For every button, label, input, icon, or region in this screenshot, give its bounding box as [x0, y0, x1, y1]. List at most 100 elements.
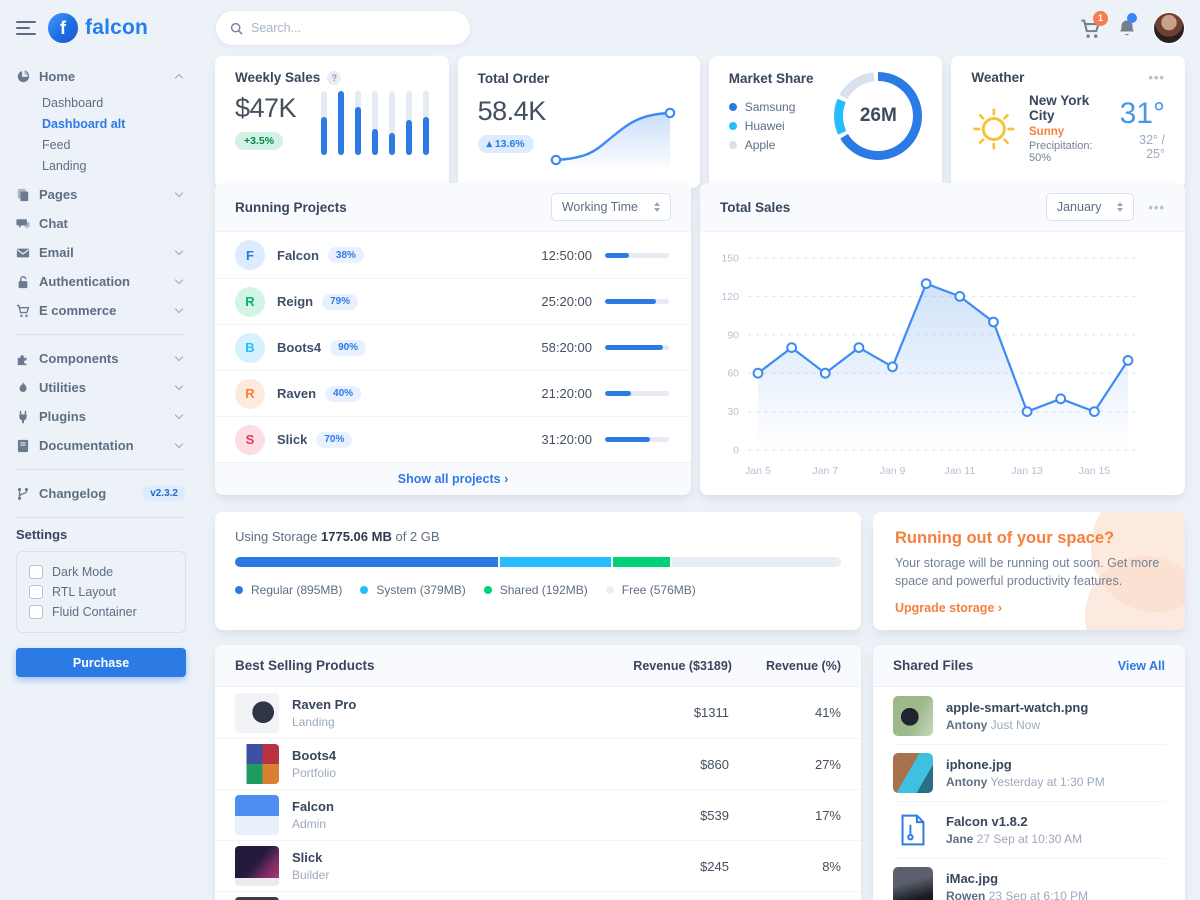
sidebar-item-dashboard-alt[interactable]: Dashboard alt: [42, 113, 186, 134]
sidebar-item-email[interactable]: Email: [16, 238, 186, 267]
view-all-link[interactable]: View All: [1118, 659, 1165, 673]
sidebar-item-label: Home: [39, 69, 167, 84]
market-share-center-label: 26M: [843, 81, 913, 151]
project-row[interactable]: B Boots4 90% 58:20:00: [215, 324, 691, 370]
market-share-card: Market Share Samsung Huawei Apple 26M: [709, 56, 943, 188]
project-progress-fill: [605, 253, 629, 258]
help-icon[interactable]: ?: [327, 71, 341, 85]
hamburger-menu-icon[interactable]: [16, 17, 36, 39]
svg-text:Jan 15: Jan 15: [1079, 465, 1111, 477]
product-row[interactable]: Boots4Portfolio $860 27%: [215, 738, 861, 789]
search-input[interactable]: [251, 21, 456, 35]
rtl-layout-checkbox[interactable]: [29, 585, 43, 599]
cart-button[interactable]: 1: [1080, 18, 1101, 39]
project-avatar: F: [235, 240, 265, 270]
legend-dot: [729, 122, 737, 130]
space-promo-card: Running out of your space? Your storage …: [873, 512, 1185, 630]
project-row[interactable]: R Raven 40% 21:20:00: [215, 370, 691, 416]
sidebar-item-components[interactable]: Components: [16, 344, 186, 373]
sidebar-divider: [16, 517, 186, 518]
comments-icon: [16, 217, 30, 231]
legend-dot: [235, 586, 243, 594]
project-percent-badge: 90%: [330, 340, 366, 356]
working-time-select[interactable]: Working Time: [551, 193, 671, 221]
project-time: 58:20:00: [541, 340, 592, 355]
project-time: 31:20:00: [541, 432, 592, 447]
shared-files-list: apple-smart-watch.png Antony Just Now ip…: [873, 687, 1185, 900]
best-selling-card: Best Selling Products Revenue ($3189) Re…: [215, 645, 861, 900]
file-thumbnail: [893, 696, 933, 736]
file-icon: [893, 810, 933, 850]
legend-item-shared: Shared (192MB): [484, 580, 588, 599]
sidebar-item-ecommerce[interactable]: E commerce: [16, 296, 186, 325]
user-avatar[interactable]: [1153, 12, 1185, 44]
product-revenue: $539: [669, 808, 729, 823]
svg-text:30: 30: [727, 406, 739, 418]
sidebar-item-dashboard[interactable]: Dashboard: [42, 92, 186, 113]
sidebar-item-landing[interactable]: Landing: [42, 155, 186, 176]
project-percent-badge: 79%: [322, 294, 358, 310]
project-row[interactable]: F Falcon 38% 12:50:00: [215, 232, 691, 278]
fluid-container-checkbox[interactable]: [29, 605, 43, 619]
project-row[interactable]: R Reign 79% 25:20:00: [215, 278, 691, 324]
product-row[interactable]: SlickBuilder $245 8%: [215, 840, 861, 891]
project-progress: [605, 345, 669, 350]
svg-text:0: 0: [733, 445, 739, 457]
month-select[interactable]: January: [1046, 193, 1134, 221]
purchase-button[interactable]: Purchase: [16, 648, 186, 677]
sidebar-item-documentation[interactable]: Documentation: [16, 431, 186, 460]
product-revenue: $245: [669, 859, 729, 874]
sidebar-item-plugins[interactable]: Plugins: [16, 402, 186, 431]
file-row[interactable]: iphone.jpg Antony Yesterday at 1:30 PM: [893, 744, 1165, 801]
legend-dot: [729, 141, 737, 149]
total-order-card: Total Order 58.4K ▴ 13.6%: [458, 56, 700, 188]
notifications-button[interactable]: [1117, 18, 1137, 39]
file-row[interactable]: apple-smart-watch.png Antony Just Now: [893, 687, 1165, 744]
total-sales-title: Total Sales: [720, 200, 790, 215]
total-sales-card: Total Sales January ••• 0306090120150Jan…: [700, 183, 1185, 495]
envelope-icon: [16, 246, 30, 260]
dark-mode-checkbox[interactable]: [29, 565, 43, 579]
product-row[interactable]: Raven ProLanding $1311 41%: [215, 687, 861, 738]
sidebar-item-authentication[interactable]: Authentication: [16, 267, 186, 296]
sidebar-item-feed[interactable]: Feed: [42, 134, 186, 155]
total-sales-chart: 0306090120150Jan 5Jan 7Jan 9Jan 11Jan 13…: [708, 238, 1160, 490]
svg-text:Jan 5: Jan 5: [745, 465, 771, 477]
card-menu-icon[interactable]: •••: [1148, 200, 1165, 215]
lock-icon: [16, 275, 30, 289]
chevron-down-icon: [175, 382, 183, 390]
svg-text:Jan 13: Jan 13: [1011, 465, 1043, 477]
upgrade-storage-link[interactable]: Upgrade storage ›: [895, 601, 1002, 615]
shared-files-card: Shared Files View All apple-smart-watch.…: [873, 645, 1185, 900]
legend-item-huawei: Huawei: [729, 116, 814, 135]
project-progress-fill: [605, 299, 656, 304]
product-percent: 8%: [807, 859, 841, 874]
show-all-projects-link[interactable]: Show all projects ›: [398, 472, 508, 486]
product-row[interactable]: [215, 891, 861, 900]
product-thumbnail: [235, 693, 279, 733]
sidebar-item-home[interactable]: Home: [16, 62, 186, 91]
project-progress: [605, 253, 669, 258]
chevron-up-icon: [175, 74, 183, 82]
product-row[interactable]: FalconAdmin $539 17%: [215, 789, 861, 840]
sidebar-item-utilities[interactable]: Utilities: [16, 373, 186, 402]
total-order-chart: [546, 98, 680, 174]
product-revenue: $1311: [669, 705, 729, 720]
project-row[interactable]: S Slick 70% 31:20:00: [215, 416, 691, 462]
sidebar-item-pages[interactable]: Pages: [16, 180, 186, 209]
project-progress-fill: [605, 391, 631, 396]
total-order-badge: ▴ 13.6%: [478, 135, 534, 153]
svg-text:Jan 9: Jan 9: [880, 465, 906, 477]
brand-logo[interactable]: f falcon: [48, 13, 148, 43]
card-menu-icon[interactable]: •••: [1148, 70, 1165, 85]
file-row[interactable]: Falcon v1.8.2 Jane 27 Sep at 10:30 AM: [893, 801, 1165, 858]
file-thumbnail: [893, 753, 933, 793]
sidebar-item-chat[interactable]: Chat: [16, 209, 186, 238]
sidebar-item-changelog[interactable]: Changelog v2.3.2: [16, 479, 186, 508]
file-row[interactable]: iMac.jpg Rowen 23 Sep at 6:10 PM: [893, 858, 1165, 900]
storage-summary: Using Storage 1775.06 MB of 2 GB: [235, 529, 841, 544]
rtl-layout-option: RTL Layout: [29, 582, 173, 602]
sidebar-nav: Home Dashboard Dashboard alt Feed Landin…: [16, 56, 186, 677]
legend-dot: [360, 586, 368, 594]
weather-title: Weather: [971, 70, 1024, 85]
